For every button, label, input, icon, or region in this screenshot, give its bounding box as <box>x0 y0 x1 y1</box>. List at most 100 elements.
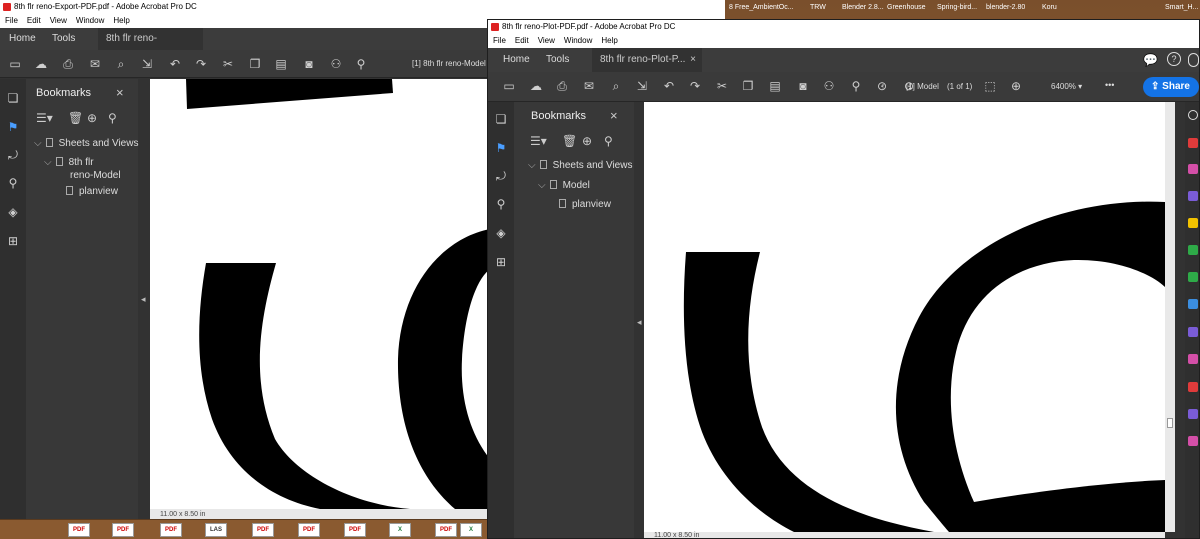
chevron-down-icon[interactable]: ⌵ <box>34 138 42 149</box>
print-icon[interactable]: ⎙ <box>61 57 75 71</box>
menu-help[interactable]: Help <box>601 36 617 45</box>
tab-tools[interactable]: Tools <box>44 28 83 50</box>
bookmark-options-icon[interactable]: ☰▾ <box>36 111 53 125</box>
tab-close-icon[interactable]: × <box>690 48 696 72</box>
bookmark-model[interactable]: ⌵ 8th flr <box>44 157 94 168</box>
undo-icon[interactable]: ↶ <box>168 57 182 71</box>
new-bookmark-icon[interactable]: ⊕ <box>87 111 97 125</box>
compare-icon[interactable]: ⚇ <box>329 57 343 71</box>
taskbar-pdf-button[interactable]: PDF <box>68 523 90 537</box>
snapshot-icon[interactable]: ◙ <box>302 57 316 71</box>
bookmark-search-icon[interactable]: ⚲ <box>108 111 117 125</box>
redo-icon[interactable]: ↷ <box>194 57 208 71</box>
desktop-icon[interactable]: Smart_H... <box>1163 0 1200 16</box>
desktop-icon[interactable]: Greenhouse <box>885 0 928 16</box>
stamp-icon[interactable]: ⚲ <box>354 57 368 71</box>
export-pdf-icon[interactable]: ⇲ <box>635 79 649 93</box>
bookmark-planview[interactable]: planview <box>559 199 611 210</box>
save-icon[interactable]: ▭ <box>502 79 516 93</box>
upload-cloud-icon[interactable]: ☁ <box>34 57 48 71</box>
combine-files-tool-icon[interactable] <box>1188 245 1198 255</box>
bookmark-search-icon[interactable]: ⚲ <box>604 134 613 148</box>
redo-icon[interactable]: ↷ <box>688 79 702 93</box>
taskbar-pdf-button[interactable]: PDF <box>252 523 274 537</box>
page-label[interactable]: [1] 8th flr reno-Model <box>412 59 486 68</box>
bookmarks-close-icon[interactable]: × <box>116 85 124 100</box>
fill-sign-tool-icon[interactable] <box>1188 327 1198 337</box>
menu-edit[interactable]: Edit <box>27 16 41 25</box>
menu-window[interactable]: Window <box>564 36 592 45</box>
comment-tool-icon[interactable] <box>1188 218 1198 228</box>
taskbar-las-button[interactable]: LAS <box>205 523 227 537</box>
delete-bookmark-icon[interactable]: 🗑 <box>68 111 83 125</box>
menu-edit[interactable]: Edit <box>515 36 529 45</box>
desktop-icon[interactable]: Spring-bird... <box>935 0 979 16</box>
desktop-icon[interactable]: Koru <box>1040 0 1059 16</box>
share-button[interactable]: ⇪ Share <box>1143 77 1199 97</box>
content-tree-icon[interactable]: ⊞ <box>494 255 508 269</box>
taskbar-pdf-button[interactable]: PDF <box>344 523 366 537</box>
search-icon[interactable]: ⌕ <box>609 79 623 93</box>
clipboard-icon[interactable]: ▤ <box>274 57 288 71</box>
layers-icon[interactable]: ◈ <box>6 205 20 219</box>
menu-file[interactable]: File <box>493 36 506 45</box>
vertical-scrollbar[interactable] <box>1165 102 1175 532</box>
bookmark-model[interactable]: ⌵ Model <box>538 180 590 191</box>
bookmark-icon[interactable]: ⚑ <box>6 120 20 134</box>
page-label[interactable]: [1] Model <box>906 82 939 91</box>
prepare-form-tool-icon[interactable] <box>1188 354 1198 364</box>
select-tool-icon[interactable]: ⬚ <box>983 79 997 93</box>
stamp-icon[interactable]: ⚲ <box>849 79 863 93</box>
tab-home[interactable]: Home <box>495 48 538 72</box>
desktop-icon[interactable]: 8 Free_AmbientOc... <box>727 0 796 16</box>
tab-home[interactable]: Home <box>1 28 44 50</box>
clipboard-icon[interactable]: ▤ <box>768 79 782 93</box>
help-icon[interactable]: ? <box>1167 52 1181 66</box>
bookmark-options-icon[interactable]: ☰▾ <box>530 134 547 148</box>
organize-pages-tool-icon[interactable] <box>1188 272 1198 282</box>
menu-view[interactable]: View <box>50 16 67 25</box>
email-icon[interactable]: ✉ <box>582 79 596 93</box>
page-thumbnails-icon[interactable]: ❏ <box>494 112 508 126</box>
page-thumbnails-icon[interactable]: ❏ <box>6 91 20 105</box>
chevron-down-icon[interactable]: ⌵ <box>528 160 536 171</box>
snapshot-icon[interactable]: ◙ <box>796 79 810 93</box>
tab-document[interactable]: 8th flr reno-Plot-P... × <box>592 48 702 72</box>
collapse-panel-icon[interactable]: ◂ <box>637 317 642 328</box>
export-pdf-tool-icon[interactable] <box>1188 138 1198 148</box>
print-icon[interactable]: ⎙ <box>555 79 569 93</box>
more-tools-icon[interactable]: ••• <box>1105 80 1114 90</box>
sign-icon[interactable]: ⤾ <box>6 148 20 162</box>
search-tools-icon[interactable] <box>1188 110 1198 120</box>
account-icon[interactable] <box>1188 53 1199 67</box>
desktop-icon[interactable]: blender-2.80 <box>984 0 1027 16</box>
create-pdf-tool-icon[interactable] <box>1188 191 1198 201</box>
compare-icon[interactable]: ⚇ <box>822 79 836 93</box>
sign-icon[interactable]: ⤾ <box>494 169 508 183</box>
chevron-down-icon[interactable]: ⌵ <box>44 157 52 168</box>
taskbar-pdf-button[interactable]: PDF <box>112 523 134 537</box>
attachment-icon[interactable]: ⚲ <box>494 197 508 211</box>
copy-icon[interactable]: ❐ <box>248 57 262 71</box>
scissors-icon[interactable]: ✂ <box>715 79 729 93</box>
menu-view[interactable]: View <box>538 36 555 45</box>
send-for-signature-tool-icon[interactable] <box>1188 409 1198 419</box>
content-tree-icon[interactable]: ⊞ <box>6 234 20 248</box>
bookmarks-close-icon[interactable]: × <box>610 108 618 123</box>
measure-tool-icon[interactable] <box>1188 436 1198 446</box>
menu-file[interactable]: File <box>5 16 18 25</box>
bookmark-root[interactable]: ⌵ Sheets and Views <box>34 138 138 149</box>
redact-tool-icon[interactable] <box>1188 382 1198 392</box>
taskbar-pdf-button[interactable]: PDF <box>435 523 457 537</box>
taskbar-pdf-button[interactable]: PDF <box>298 523 320 537</box>
chevron-down-icon[interactable]: ⌵ <box>538 180 546 191</box>
bookmark-root[interactable]: ⌵ Sheets and Views <box>528 160 632 171</box>
export-pdf-icon[interactable]: ⇲ <box>140 57 154 71</box>
save-icon[interactable]: ▭ <box>8 57 22 71</box>
bookmark-planview[interactable]: planview <box>66 186 118 197</box>
email-icon[interactable]: ✉ <box>88 57 102 71</box>
menu-window[interactable]: Window <box>76 16 104 25</box>
protect-tool-icon[interactable] <box>1188 299 1198 309</box>
upload-cloud-icon[interactable]: ☁ <box>529 79 543 93</box>
bookmark-icon[interactable]: ⚑ <box>494 141 508 155</box>
